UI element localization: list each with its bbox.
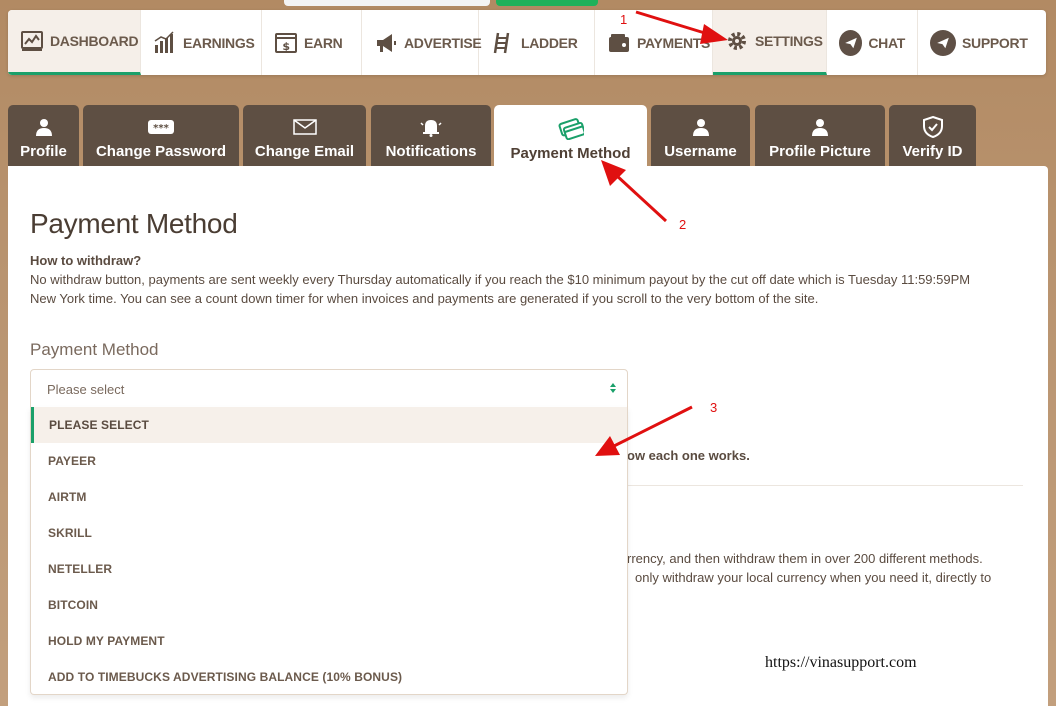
nav-label: PAYMENTS: [637, 34, 711, 51]
tab-label: Username: [664, 143, 737, 160]
megaphone-icon: [374, 31, 398, 55]
nav-settings[interactable]: SETTINGS: [713, 10, 827, 75]
tab-label: Notifications: [385, 143, 477, 160]
tab-profile[interactable]: Profile: [8, 105, 79, 167]
nav-label: DASHBOARD: [50, 33, 139, 49]
tab-change-password[interactable]: *** Change Password: [83, 105, 239, 167]
dropdown-option-please-select[interactable]: PLEASE SELECT: [31, 407, 627, 443]
howto-heading: How to withdraw?: [30, 253, 142, 268]
envelope-icon: [292, 117, 317, 137]
tab-label: Payment Method: [510, 145, 631, 162]
svg-text:$: $: [282, 40, 289, 53]
annotation-number-1: 1: [620, 12, 628, 27]
top-green-button-stub[interactable]: [496, 0, 598, 6]
nav-payments[interactable]: PAYMENTS: [595, 10, 713, 75]
nav-label: EARNINGS: [183, 34, 255, 51]
nav-ladder[interactable]: LADDER: [479, 10, 595, 75]
nav-support[interactable]: SUPPORT: [918, 10, 1046, 75]
payment-method-select[interactable]: Please select: [30, 369, 628, 408]
dropdown-option-bitcoin[interactable]: BITCOIN: [31, 587, 627, 623]
nav-label: LADDER: [521, 34, 578, 51]
dashboard-icon: [20, 29, 44, 53]
tab-label: Profile Picture: [769, 143, 871, 160]
howto-description: No withdraw button, payments are sent we…: [30, 270, 1030, 308]
bell-icon: [420, 117, 442, 137]
select-current-value: Please select: [47, 382, 125, 397]
nav-dashboard[interactable]: DASHBOARD: [8, 10, 141, 75]
partially-hidden-line: rrency, and then withdraw them in over 2…: [627, 551, 983, 566]
password-icon: ***: [148, 117, 174, 137]
dropdown-option-airtm[interactable]: AIRTM: [31, 479, 627, 515]
earnings-chart-icon: [153, 30, 177, 55]
annotation-number-3: 3: [710, 400, 718, 415]
partially-hidden-paragraph: rrency, and then withdraw them in over 2…: [627, 549, 991, 587]
sort-arrows-icon: [609, 383, 617, 393]
tab-label: Verify ID: [902, 143, 963, 160]
watermark-url: https://vinasupport.com: [765, 654, 917, 671]
ladder-icon: [491, 31, 515, 55]
paper-plane-icon: [839, 29, 863, 56]
nav-label: CHAT: [868, 34, 905, 51]
tab-change-email[interactable]: Change Email: [243, 105, 366, 167]
user-icon: [35, 117, 53, 137]
nav-label: EARN: [304, 34, 343, 51]
shield-check-icon: [922, 116, 943, 138]
gear-icon: [725, 29, 749, 53]
nav-label: SUPPORT: [962, 34, 1028, 51]
payment-method-label: Payment Method: [30, 340, 159, 359]
tab-payment-method[interactable]: Payment Method: [494, 105, 647, 169]
dropdown-option-skrill[interactable]: SKRILL: [31, 515, 627, 551]
paper-plane-icon: [930, 29, 956, 56]
nav-earnings[interactable]: EARNINGS: [141, 10, 262, 75]
payment-method-panel: Payment Method How to withdraw? No withd…: [8, 166, 1048, 706]
tab-label: Change Password: [95, 143, 227, 160]
nav-advertise[interactable]: ADVERTISE: [362, 10, 482, 75]
dropdown-option-payeer[interactable]: PAYEER: [31, 443, 627, 479]
nav-chat[interactable]: CHAT: [827, 10, 918, 75]
nav-label: ADVERTISE: [404, 34, 482, 51]
divider: [627, 485, 1023, 486]
dropdown-option-neteller[interactable]: NETELLER: [31, 551, 627, 587]
svg-text:***: ***: [153, 123, 169, 134]
tab-verify-id[interactable]: Verify ID: [889, 105, 976, 167]
tab-username[interactable]: Username: [651, 105, 750, 167]
wallet-icon: [607, 31, 631, 55]
tab-label: Change Email: [254, 143, 355, 160]
main-navigation: DASHBOARD EARNINGS $ EARN ADVERTISE LADD…: [8, 10, 1046, 75]
nav-earn[interactable]: $ EARN: [262, 10, 362, 75]
annotation-number-2: 2: [679, 217, 687, 232]
credit-cards-icon: [558, 118, 584, 140]
user-icon: [811, 117, 829, 137]
page-title: Payment Method: [30, 208, 238, 239]
top-search-input-stub[interactable]: [284, 0, 490, 6]
partially-hidden-text: ow each one works.: [627, 448, 750, 463]
tab-label: Profile: [20, 143, 67, 160]
tab-profile-picture[interactable]: Profile Picture: [755, 105, 885, 167]
tab-notifications[interactable]: Notifications: [371, 105, 491, 167]
earn-dollar-icon: $: [274, 31, 298, 55]
nav-label: SETTINGS: [755, 33, 823, 49]
dropdown-option-advertising-balance[interactable]: ADD TO TIMEBUCKS ADVERTISING BALANCE (10…: [31, 659, 627, 695]
partially-hidden-line: only withdraw your local currency when y…: [635, 570, 992, 585]
howto-line: No withdraw button, payments are sent we…: [30, 272, 971, 287]
howto-line: New York time. You can see a count down …: [30, 291, 819, 306]
payment-method-dropdown: PLEASE SELECT PAYEER AIRTM SKRILL NETELL…: [30, 407, 628, 695]
user-icon: [692, 117, 710, 137]
dropdown-option-hold-payment[interactable]: HOLD MY PAYMENT: [31, 623, 627, 659]
